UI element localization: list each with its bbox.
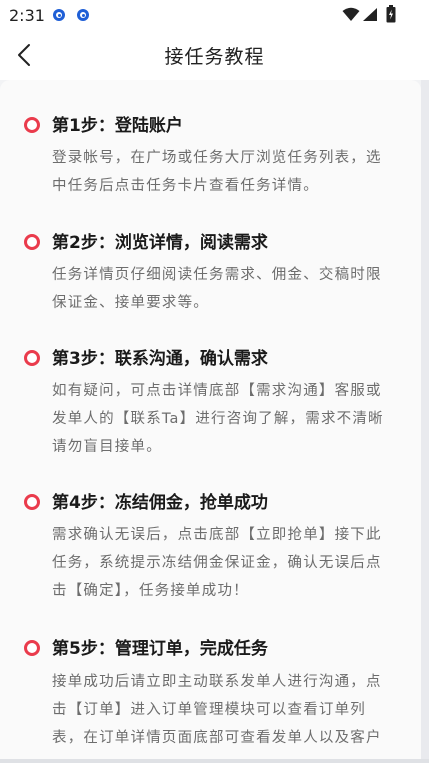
step-description: 登录帐号，在广场或任务大厅浏览任务列表，选 中任务后点击任务卡片查看任务详情。 bbox=[52, 144, 406, 200]
description-line: 需求确认无误后，点击底部【立即抢单】接下此 bbox=[52, 527, 382, 543]
step-title: 第5步：管理订单，完成任务 bbox=[52, 639, 268, 659]
description-line: 登录帐号，在广场或任务大厅浏览任务列表，选 bbox=[52, 150, 382, 166]
step-description: 如有疑问，可点击详情底部【需求沟通】客服或 发单人的【联系Ta】进行咨询了解，需… bbox=[52, 377, 406, 461]
page-title: 接任务教程 bbox=[164, 46, 265, 68]
step-description: 接单成功后请立即主动联系发单人进行沟通，点 击【订单】进入订单管理模块可以查看订… bbox=[52, 668, 406, 752]
status-time: 2:31 bbox=[9, 6, 45, 25]
step-title: 第4步：冻结佣金，抢单成功 bbox=[52, 493, 268, 513]
step-bullet-icon bbox=[24, 494, 40, 510]
description-line: 中任务后点击任务卡片查看任务详情。 bbox=[52, 178, 319, 194]
battery-icon bbox=[386, 5, 396, 23]
step-bullet-icon bbox=[24, 350, 40, 366]
description-line: 请勿盲目接单。 bbox=[52, 439, 162, 455]
step-title: 第2步：浏览详情，阅读需求 bbox=[52, 233, 268, 253]
status-bar: 2:31 bbox=[0, 0, 429, 30]
wifi-icon bbox=[342, 7, 360, 21]
bottom-edge bbox=[0, 759, 429, 763]
step-bullet-icon bbox=[24, 117, 40, 133]
notification-icon bbox=[77, 9, 89, 21]
description-line: 任务详情页仔细阅读任务需求、佣金、交稿时限 bbox=[52, 267, 382, 283]
description-line: 任务，系统提示冻结佣金保证金，确认无误后点 bbox=[52, 555, 382, 571]
description-line: 发单人的【联系Ta】进行咨询了解，需求不清晰 bbox=[52, 411, 384, 427]
signal-icon bbox=[363, 8, 377, 21]
scrollbar[interactable] bbox=[421, 80, 429, 763]
description-line: 击【确定】，任务接单成功！ bbox=[52, 583, 249, 599]
description-line: 保证金、接单要求等。 bbox=[52, 295, 209, 311]
step-description: 任务详情页仔细阅读任务需求、佣金、交稿时限 保证金、接单要求等。 bbox=[52, 261, 406, 317]
step-title: 第3步：联系沟通，确认需求 bbox=[52, 349, 268, 369]
notification-icon bbox=[53, 9, 65, 21]
step-bullet-icon bbox=[24, 234, 40, 250]
description-line: 表，在订单详情页面底部可查看发单人以及客户 bbox=[52, 730, 382, 746]
step-title: 第1步：登陆账户 bbox=[52, 116, 183, 136]
description-line: 接单成功后请立即主动联系发单人进行沟通，点 bbox=[52, 674, 382, 690]
step-description: 需求确认无误后，点击底部【立即抢单】接下此 任务，系统提示冻结佣金保证金，确认无… bbox=[52, 521, 406, 605]
tutorial-card: 第1步：登陆账户 登录帐号，在广场或任务大厅浏览任务列表，选 中任务后点击任务卡… bbox=[0, 80, 421, 763]
step-bullet-icon bbox=[24, 640, 40, 656]
description-line: 如有疑问，可点击详情底部【需求沟通】客服或 bbox=[52, 383, 382, 399]
tutorial-content[interactable]: 第1步：登陆账户 登录帐号，在广场或任务大厅浏览任务列表，选 中任务后点击任务卡… bbox=[0, 80, 429, 763]
navigation-bar: 接任务教程 bbox=[0, 30, 429, 80]
description-line: 击【订单】进入订单管理模块可以查看订单列 bbox=[52, 702, 366, 718]
